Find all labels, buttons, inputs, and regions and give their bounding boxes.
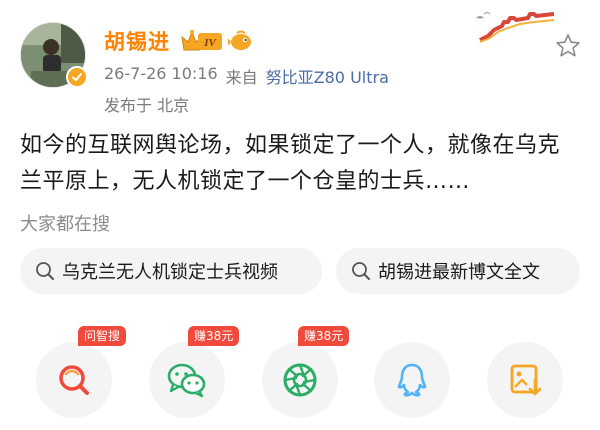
- share-zhisou-button[interactable]: [36, 342, 112, 418]
- share-wechat-button[interactable]: [149, 342, 225, 418]
- zhisou-icon: [59, 365, 89, 395]
- share-qq-button[interactable]: [374, 342, 450, 418]
- vip-crown-icon[interactable]: IV: [178, 28, 224, 54]
- share-tag: 问智搜: [78, 326, 127, 346]
- trending-search-title: 大家都在搜: [20, 214, 110, 235]
- search-chip-label: 乌克兰无人机锁定士兵视频: [62, 262, 278, 283]
- post-text: 如今的互联网舆论场，如果锁定了一个人，就像在乌克兰平原上，无人机锁定了一个仓皇的…: [20, 133, 561, 194]
- author-name[interactable]: 胡锡进: [104, 26, 170, 56]
- great-wall-decoration: [474, 12, 554, 48]
- share-tag: 赚38元: [298, 326, 350, 346]
- save-image-button[interactable]: [487, 342, 563, 418]
- share-tag: 赚38元: [188, 326, 240, 346]
- share-moments-button[interactable]: [262, 342, 338, 418]
- qq-icon: [397, 363, 427, 397]
- search-chip-label: 胡锡进最新博文全文: [378, 262, 540, 283]
- save-image-icon: [510, 364, 542, 396]
- source-prefix: 来自: [225, 68, 258, 87]
- author-row: 胡锡进 IV: [104, 26, 254, 56]
- wechat-icon: [167, 363, 206, 398]
- search-icon: [352, 262, 370, 280]
- post-location: 发布于 北京: [104, 96, 190, 115]
- share-row: 问智搜 赚38元 赚38元: [0, 326, 600, 430]
- post-time: 26-7-26 10:16: [104, 64, 218, 83]
- fish-badge-icon[interactable]: [228, 29, 254, 53]
- verified-badge-icon: [66, 66, 88, 88]
- vip-level-label: IV: [203, 37, 217, 49]
- source-device-link[interactable]: 努比亚Z80 Ultra: [266, 64, 389, 88]
- post-meta: 26-7-26 10:16 来自 努比亚Z80 Ultra: [104, 64, 389, 88]
- moments-icon: [283, 363, 317, 397]
- favorite-star-icon[interactable]: [554, 32, 582, 60]
- search-icon: [36, 262, 54, 280]
- search-chip[interactable]: 乌克兰无人机锁定士兵视频: [20, 248, 322, 294]
- search-chip[interactable]: 胡锡进最新博文全文: [336, 248, 580, 294]
